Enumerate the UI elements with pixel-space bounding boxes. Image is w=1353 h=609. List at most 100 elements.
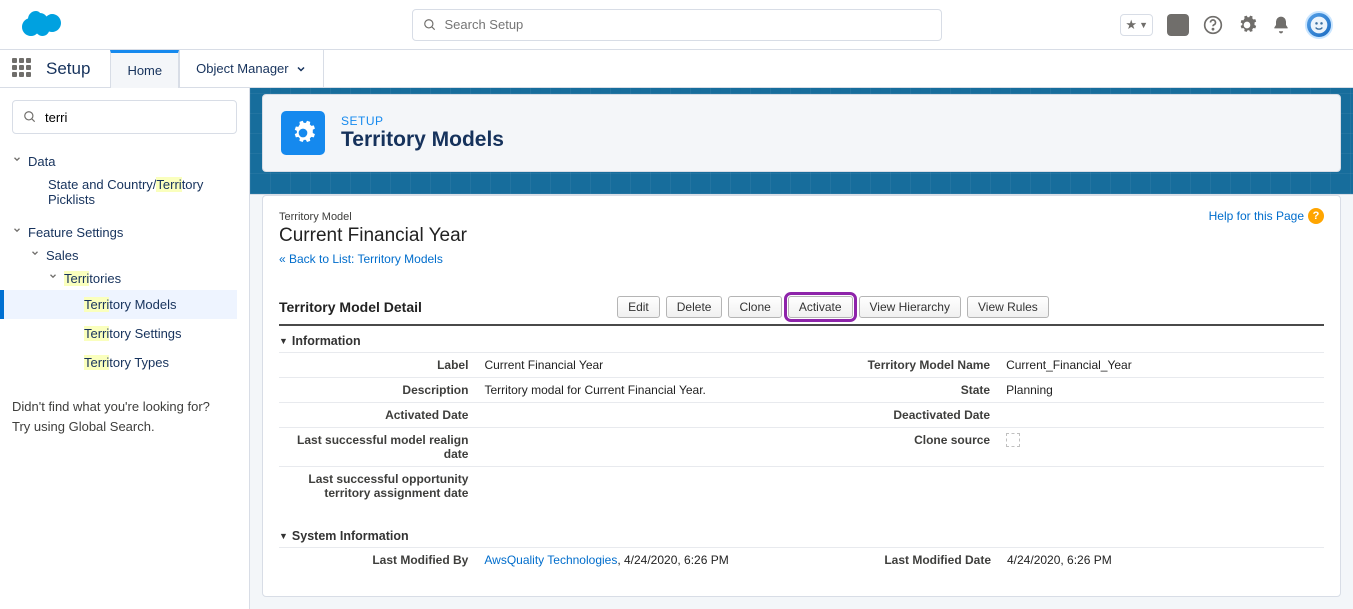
activate-button[interactable]: Activate xyxy=(788,296,853,318)
app-name: Setup xyxy=(46,59,90,79)
help-button[interactable] xyxy=(1203,15,1223,35)
tab-object-manager[interactable]: Object Manager xyxy=(179,50,324,88)
field-clone-value xyxy=(998,428,1324,467)
detail-title: Territory Model Detail xyxy=(279,299,422,315)
chevron-down-icon xyxy=(48,271,58,281)
tree-leaf-territory-settings[interactable]: Territory Settings xyxy=(12,319,237,348)
field-state-label: State xyxy=(801,378,998,403)
field-actdate-label: Activated Date xyxy=(279,403,476,428)
tab-home[interactable]: Home xyxy=(110,50,179,88)
context-nav: Setup Home Object Manager xyxy=(0,50,1353,88)
tree-label: State and Country/Territory Picklists xyxy=(48,177,237,207)
view-rules-button[interactable]: View Rules xyxy=(967,296,1049,318)
delete-button[interactable]: Delete xyxy=(666,296,723,318)
tree-label: Territory Types xyxy=(84,355,169,370)
notifications-button[interactable] xyxy=(1271,15,1291,35)
record-title: Current Financial Year xyxy=(279,225,467,247)
search-icon xyxy=(423,18,437,32)
field-realign-value xyxy=(476,428,800,467)
field-oppassign-label: Last successful opportunity territory as… xyxy=(279,467,476,506)
field-modby-label: Last Modified By xyxy=(279,548,476,573)
user-avatar[interactable] xyxy=(1305,11,1333,39)
tree-leaf-territory-types[interactable]: Territory Types xyxy=(12,348,237,377)
chevron-down-icon xyxy=(295,63,307,75)
record-type-label: Territory Model xyxy=(279,211,352,223)
tab-home-label: Home xyxy=(127,63,162,78)
footer-text-2: Try using Global Search. xyxy=(12,417,237,437)
tree-label: Feature Settings xyxy=(28,225,123,240)
tree-label: Territories xyxy=(64,271,121,286)
footer-text-1: Didn't find what you're looking for? xyxy=(12,397,237,417)
tree-node-sales[interactable]: Sales xyxy=(12,244,237,267)
setup-sidebar: Data State and Country/Territory Picklis… xyxy=(0,88,250,609)
star-icon: ★ xyxy=(1125,17,1137,33)
tree-label: Data xyxy=(28,154,55,169)
field-desc-label: Description xyxy=(279,378,476,403)
quick-find-input[interactable] xyxy=(37,110,226,125)
setup-button[interactable] xyxy=(1237,15,1257,35)
help-for-page-link[interactable]: Help for this Page ? xyxy=(1209,208,1324,224)
tree-leaf-state-country-picklists[interactable]: State and Country/Territory Picklists xyxy=(12,173,237,211)
gear-icon xyxy=(1237,15,1257,35)
search-icon xyxy=(23,110,37,124)
page-title: Territory Models xyxy=(341,128,504,152)
plus-icon: + xyxy=(1173,16,1182,34)
chevron-down-icon xyxy=(12,225,22,235)
global-header: ★ ▼ + xyxy=(0,0,1353,50)
tree-label: Territory Settings xyxy=(84,326,182,341)
field-label-label: Label xyxy=(279,353,476,378)
clone-placeholder-icon xyxy=(1006,433,1020,447)
tree-leaf-territory-models[interactable]: Territory Models xyxy=(0,290,237,319)
field-oppassign-value xyxy=(476,467,800,506)
quick-find[interactable] xyxy=(12,100,237,134)
help-icon: ? xyxy=(1308,208,1324,224)
salesforce-logo[interactable] xyxy=(20,7,68,42)
modified-by-date: , 4/24/2020, 6:26 PM xyxy=(617,553,728,567)
global-search-input[interactable] xyxy=(437,17,931,32)
field-tmn-label: Territory Model Name xyxy=(801,353,998,378)
section-system-information[interactable]: System Information xyxy=(279,521,1324,547)
page-header: SETUP Territory Models xyxy=(262,94,1341,172)
tree-label: Sales xyxy=(46,248,79,263)
edit-button[interactable]: Edit xyxy=(617,296,660,318)
sidebar-footer: Didn't find what you're looking for? Try… xyxy=(12,397,237,436)
view-hierarchy-button[interactable]: View Hierarchy xyxy=(859,296,961,318)
bell-icon xyxy=(1271,15,1291,35)
help-link-label: Help for this Page xyxy=(1209,209,1304,223)
field-moddate-label: Last Modified Date xyxy=(802,548,999,573)
field-clone-label: Clone source xyxy=(801,428,998,467)
information-fields: Label Current Financial Year Territory M… xyxy=(279,352,1324,505)
detail-card: Territory Model Current Financial Year «… xyxy=(262,195,1341,597)
page-icon xyxy=(281,111,325,155)
tree-node-data[interactable]: Data xyxy=(12,150,237,173)
system-fields: Last Modified By AwsQuality Technologies… xyxy=(279,547,1324,572)
question-icon xyxy=(1203,15,1223,35)
field-label-value: Current Financial Year xyxy=(476,353,800,378)
main-content: SETUP Territory Models Territory Model C… xyxy=(250,88,1353,609)
chevron-down-icon: ▼ xyxy=(1139,20,1148,30)
field-deactdate-label: Deactivated Date xyxy=(801,403,998,428)
chevron-down-icon xyxy=(30,248,40,258)
section-information[interactable]: Information xyxy=(279,326,1324,352)
field-actdate-value xyxy=(476,403,800,428)
favorites-button[interactable]: ★ ▼ xyxy=(1120,14,1153,36)
global-search[interactable] xyxy=(412,9,942,41)
field-moddate-value: 4/24/2020, 6:26 PM xyxy=(999,548,1324,573)
tree-node-feature-settings[interactable]: Feature Settings xyxy=(12,221,237,244)
global-actions-button[interactable]: + xyxy=(1167,14,1189,36)
astro-icon xyxy=(1309,15,1329,35)
tree-node-territories[interactable]: Territories xyxy=(12,267,237,290)
back-to-list-link[interactable]: « Back to List: Territory Models xyxy=(279,252,443,266)
clone-button[interactable]: Clone xyxy=(728,296,781,318)
tab-object-manager-label: Object Manager xyxy=(196,61,289,76)
modified-by-user-link[interactable]: AwsQuality Technologies xyxy=(484,553,617,567)
field-realign-label: Last successful model realign date xyxy=(279,428,476,467)
page-eyebrow: SETUP xyxy=(341,114,504,128)
tree-label: Territory Models xyxy=(84,297,176,312)
gear-icon xyxy=(290,120,316,146)
chevron-down-icon xyxy=(12,154,22,164)
field-state-value: Planning xyxy=(998,378,1324,403)
button-row: Edit Delete Clone Activate View Hierarch… xyxy=(617,296,1049,318)
field-tmn-value: Current_Financial_Year xyxy=(998,353,1324,378)
app-launcher-button[interactable] xyxy=(12,58,34,80)
